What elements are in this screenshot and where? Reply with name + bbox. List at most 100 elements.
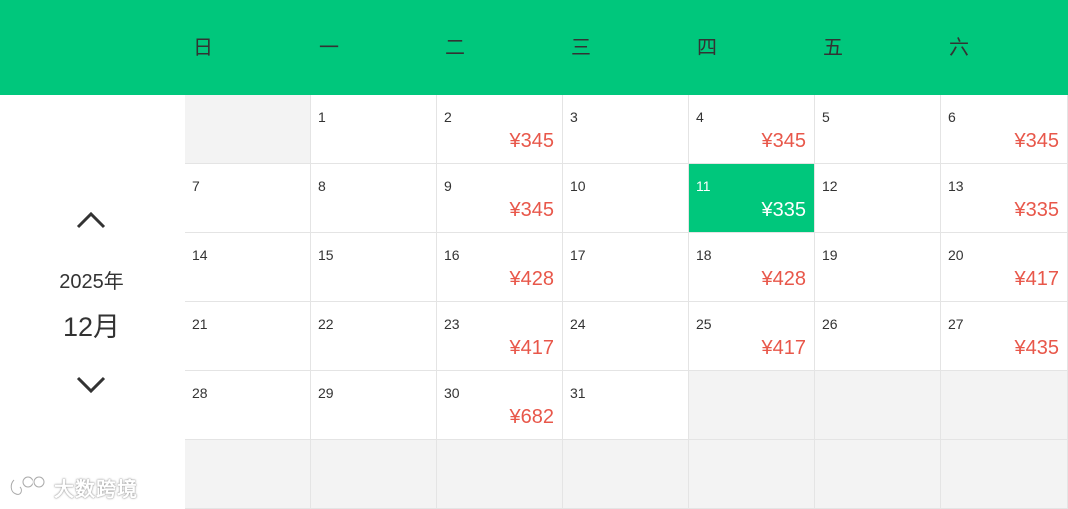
- empty-day-cell: [941, 440, 1068, 509]
- day-number: 25: [696, 316, 712, 332]
- day-number: 12: [822, 178, 838, 194]
- day-cell[interactable]: 13 ¥335: [941, 164, 1068, 233]
- day-cell[interactable]: 21: [185, 302, 311, 371]
- empty-day-cell: [185, 95, 311, 164]
- calendar-grid: 1 2 ¥345 3 4 ¥345 5 6 ¥345 7 8 9 ¥345 10 11 ¥335 12 13 ¥33…: [185, 95, 1068, 509]
- day-price: ¥345: [1014, 130, 1060, 152]
- day-number: 4: [696, 109, 704, 125]
- day-number: 20: [948, 247, 964, 263]
- year-label: 2025年: [59, 271, 124, 293]
- day-number: 21: [192, 316, 208, 332]
- empty-day-cell: [185, 440, 311, 509]
- day-cell[interactable]: 22: [311, 302, 437, 371]
- day-cell[interactable]: 15: [311, 233, 437, 302]
- weekday-label: 二: [445, 35, 465, 59]
- day-number: 18: [696, 247, 712, 263]
- day-number: 6: [948, 109, 956, 125]
- day-cell[interactable]: 29: [311, 371, 437, 440]
- day-cell[interactable]: 30 ¥682: [437, 371, 563, 440]
- day-cell[interactable]: 27 ¥435: [941, 302, 1068, 371]
- day-cell[interactable]: 24: [563, 302, 689, 371]
- day-price: ¥428: [509, 268, 555, 290]
- day-cell[interactable]: 16 ¥428: [437, 233, 563, 302]
- next-month-button[interactable]: [70, 370, 112, 400]
- empty-day-cell: [311, 440, 437, 509]
- empty-day-cell: [815, 440, 941, 509]
- day-number: 8: [318, 178, 326, 194]
- day-number: 7: [192, 178, 200, 194]
- day-cell[interactable]: 23 ¥417: [437, 302, 563, 371]
- day-cell[interactable]: 5: [815, 95, 941, 164]
- day-number: 2: [444, 109, 452, 125]
- day-cell[interactable]: 2 ¥345: [437, 95, 563, 164]
- weekday-label: 日: [193, 35, 213, 59]
- prev-month-button[interactable]: [70, 203, 112, 233]
- day-number: 29: [318, 385, 334, 401]
- weekday-label: 四: [697, 35, 717, 59]
- selected-day-cell[interactable]: 11 ¥335: [689, 164, 815, 233]
- day-cell[interactable]: 19: [815, 233, 941, 302]
- day-cell[interactable]: 25 ¥417: [689, 302, 815, 371]
- weekday-label: 六: [949, 35, 969, 59]
- day-cell[interactable]: 8: [311, 164, 437, 233]
- day-cell[interactable]: 18 ¥428: [689, 233, 815, 302]
- day-cell[interactable]: 17: [563, 233, 689, 302]
- day-price: ¥417: [761, 337, 807, 359]
- day-cell[interactable]: 4 ¥345: [689, 95, 815, 164]
- day-price: ¥345: [509, 130, 555, 152]
- day-number: 5: [822, 109, 830, 125]
- day-cell[interactable]: 10: [563, 164, 689, 233]
- day-number: 30: [444, 385, 460, 401]
- watermark-text: 大数跨境: [54, 476, 138, 501]
- empty-day-cell: [815, 371, 941, 440]
- day-number: 23: [444, 316, 460, 332]
- empty-day-cell: [941, 371, 1068, 440]
- day-cell[interactable]: 6 ¥345: [941, 95, 1068, 164]
- day-number: 17: [570, 247, 586, 263]
- day-number: 11: [696, 178, 711, 194]
- month-label: 12月: [62, 312, 121, 342]
- weekday-header: 日一二三四五六: [0, 0, 1068, 95]
- day-price: ¥435: [1014, 337, 1060, 359]
- day-cell[interactable]: 31: [563, 371, 689, 440]
- weekday-label: 五: [823, 35, 843, 59]
- day-number: 3: [570, 109, 578, 125]
- day-number: 14: [192, 247, 208, 263]
- day-number: 10: [570, 178, 586, 194]
- day-cell[interactable]: 14: [185, 233, 311, 302]
- empty-day-cell: [689, 440, 815, 509]
- day-price: ¥428: [761, 268, 807, 290]
- day-number: 13: [948, 178, 964, 194]
- day-price: ¥345: [509, 199, 555, 221]
- day-cell[interactable]: 28: [185, 371, 311, 440]
- day-cell[interactable]: 26: [815, 302, 941, 371]
- day-cell[interactable]: 7: [185, 164, 311, 233]
- day-cell[interactable]: 20 ¥417: [941, 233, 1068, 302]
- day-price: ¥682: [509, 406, 555, 428]
- day-price: ¥417: [509, 337, 555, 359]
- day-number: 26: [822, 316, 838, 332]
- day-number: 1: [318, 109, 326, 125]
- empty-day-cell: [689, 371, 815, 440]
- chevron-up-icon: [76, 211, 106, 229]
- weekday-label: 一: [319, 35, 339, 59]
- day-number: 24: [570, 316, 586, 332]
- weekday-label: 三: [571, 35, 591, 59]
- day-number: 19: [822, 247, 838, 263]
- day-number: 27: [948, 316, 964, 332]
- day-price: ¥417: [1014, 268, 1060, 290]
- day-number: 9: [444, 178, 452, 194]
- day-number: 15: [318, 247, 334, 263]
- day-number: 28: [192, 385, 208, 401]
- chevron-down-icon: [76, 376, 106, 394]
- watermark: 大数跨境: [8, 472, 138, 502]
- day-price: ¥335: [761, 199, 807, 221]
- day-cell[interactable]: 12: [815, 164, 941, 233]
- day-cell[interactable]: 9 ¥345: [437, 164, 563, 233]
- month-navigator: 2025年 12月: [0, 95, 185, 507]
- day-price: ¥335: [1014, 199, 1060, 221]
- empty-day-cell: [437, 440, 563, 509]
- day-cell[interactable]: 3: [563, 95, 689, 164]
- day-cell[interactable]: 1: [311, 95, 437, 164]
- day-number: 16: [444, 247, 460, 263]
